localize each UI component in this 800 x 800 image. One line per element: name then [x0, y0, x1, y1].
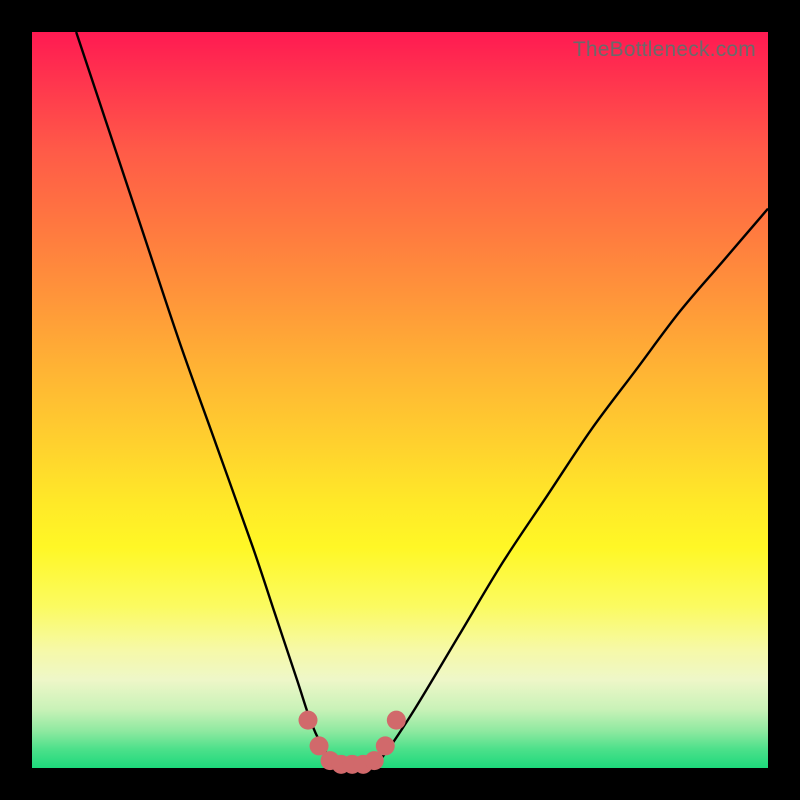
highlight-dot — [387, 711, 406, 730]
bottleneck-curve — [76, 32, 768, 769]
highlight-dot — [376, 736, 395, 755]
highlight-dots-group — [299, 711, 406, 774]
plot-area: TheBottleneck.com — [32, 32, 768, 768]
highlight-dot — [299, 711, 318, 730]
chart-frame: TheBottleneck.com — [0, 0, 800, 800]
curve-layer — [32, 32, 768, 768]
